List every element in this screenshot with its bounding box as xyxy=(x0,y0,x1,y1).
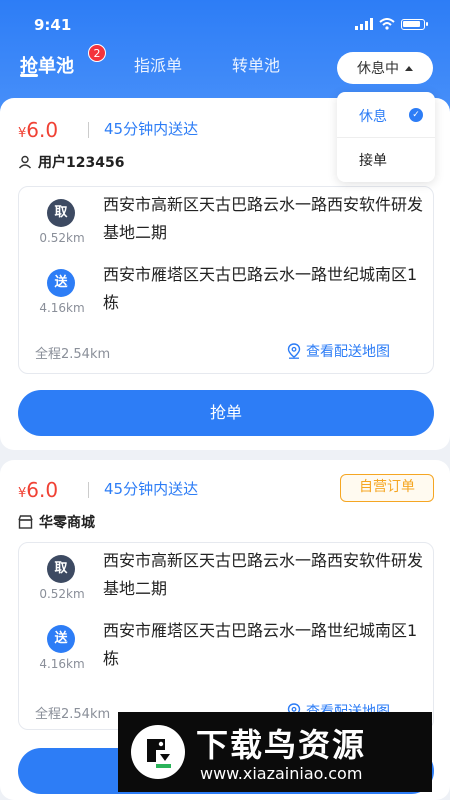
active-tab-indicator xyxy=(20,74,38,77)
customer-row: 用户123456 xyxy=(18,152,124,172)
user-icon xyxy=(18,155,32,169)
pickup-marker: 取 xyxy=(47,555,75,583)
merchant-name: 华零商城 xyxy=(39,515,95,531)
dropoff-distance: 4.16km xyxy=(39,657,85,671)
work-status-menu: 休息 ✓ 接单 xyxy=(337,92,435,182)
delivery-eta: 45分钟内送达 xyxy=(104,480,199,498)
dropoff-distance: 4.16km xyxy=(39,301,85,315)
pickup-address: 西安市高新区天古巴路云水一路西安软件研发基地二期 xyxy=(103,195,424,242)
total-distance: 全程2.54km xyxy=(35,347,111,362)
store-icon xyxy=(18,515,33,529)
divider xyxy=(88,122,89,138)
battery-icon xyxy=(401,18,425,30)
wifi-icon xyxy=(379,18,395,30)
check-icon: ✓ xyxy=(409,108,423,122)
delivery-eta: 45分钟内送达 xyxy=(104,120,199,138)
route-box: 取 0.52km 西安市高新区天古巴路云水一路西安软件研发基地二期 送 4.16… xyxy=(18,186,434,374)
tab-transfer-pool[interactable]: 转单池 xyxy=(232,52,280,76)
system-icons xyxy=(355,18,428,30)
grab-order-button[interactable]: 抢单 xyxy=(18,390,434,436)
status-option-accept[interactable]: 接单 xyxy=(359,150,387,170)
tab-badge: 2 xyxy=(88,44,106,62)
tab-assigned[interactable]: 指派单 xyxy=(134,52,182,76)
caret-up-icon xyxy=(405,65,413,71)
dropoff-address: 西安市雁塔区天古巴路云水一路世纪城南区1栋 xyxy=(103,621,418,668)
dropoff-address: 西安市雁塔区天古巴路云水一路世纪城南区1栋 xyxy=(103,265,418,312)
pickup-distance: 0.52km xyxy=(39,587,85,601)
watermark-url: www.xiazainiao.com xyxy=(200,764,363,783)
pickup-address: 西安市高新区天古巴路云水一路西安软件研发基地二期 xyxy=(103,551,424,598)
pickup-distance: 0.52km xyxy=(39,231,85,245)
work-status-value: 休息中 xyxy=(357,61,399,77)
pickup-marker: 取 xyxy=(47,199,75,227)
menu-divider xyxy=(337,137,435,138)
status-option-rest[interactable]: 休息 xyxy=(359,106,387,126)
divider xyxy=(88,482,89,498)
view-map-link[interactable]: 查看配送地图 xyxy=(287,341,390,361)
location-pin-icon xyxy=(287,343,301,359)
watermark-banner: 下载鸟资源 www.xiazainiao.com xyxy=(118,712,432,792)
merchant-row: 华零商城 xyxy=(18,512,95,532)
battery-tip xyxy=(426,22,428,26)
status-bar: 9:41 xyxy=(0,0,450,44)
order-price: ¥6.0 xyxy=(18,118,59,142)
self-operated-tag: 自营订单 xyxy=(340,474,434,502)
view-map-label: 查看配送地图 xyxy=(306,344,390,360)
work-status-dropdown[interactable]: 休息中 xyxy=(337,52,433,84)
customer-name: 用户123456 xyxy=(38,155,125,171)
dropoff-marker: 送 xyxy=(47,625,75,653)
clock: 9:41 xyxy=(34,16,72,34)
signal-icon xyxy=(355,18,373,30)
dropoff-marker: 送 xyxy=(47,269,75,297)
route-box: 取 0.52km 西安市高新区天古巴路云水一路西安软件研发基地二期 送 4.16… xyxy=(18,542,434,730)
order-price: ¥6.0 xyxy=(18,478,59,502)
watermark-title: 下载鸟资源 xyxy=(196,726,367,764)
bird-logo-icon xyxy=(131,725,185,779)
total-distance: 全程2.54km xyxy=(35,707,111,722)
